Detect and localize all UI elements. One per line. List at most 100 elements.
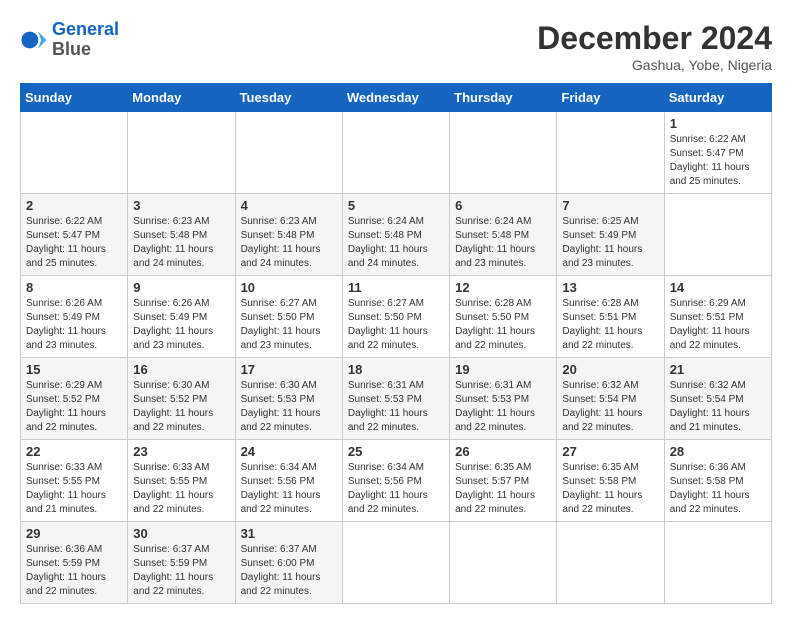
day-info: Sunrise: 6:25 AM Sunset: 5:49 PM Dayligh… [562, 215, 658, 271]
calendar-table: SundayMondayTuesdayWednesdayThursdayFrid… [20, 83, 772, 604]
day-number: 22 [26, 444, 122, 459]
day-info: Sunrise: 6:23 AM Sunset: 5:48 PM Dayligh… [241, 215, 337, 271]
calendar-cell: 1Sunrise: 6:22 AM Sunset: 5:47 PM Daylig… [664, 112, 771, 194]
logo: General Blue [20, 20, 119, 60]
calendar-week-row: 2Sunrise: 6:22 AM Sunset: 5:47 PM Daylig… [21, 194, 772, 276]
month-title: December 2024 [537, 20, 772, 57]
day-number: 27 [562, 444, 658, 459]
calendar-cell [664, 522, 771, 604]
day-info: Sunrise: 6:28 AM Sunset: 5:51 PM Dayligh… [562, 297, 658, 353]
day-number: 4 [241, 198, 337, 213]
logo-text: General Blue [52, 20, 119, 60]
day-info: Sunrise: 6:22 AM Sunset: 5:47 PM Dayligh… [26, 215, 122, 271]
day-info: Sunrise: 6:27 AM Sunset: 5:50 PM Dayligh… [241, 297, 337, 353]
calendar-cell: 21 Sunrise: 6:32 AM Sunset: 5:54 PM Dayli… [664, 358, 771, 440]
day-number: 20 [562, 362, 658, 377]
day-info: Sunrise: 6:35 AM Sunset: 5:58 PM Dayligh… [562, 461, 658, 517]
day-number: 19 [455, 362, 551, 377]
day-info: Sunrise: 6:24 AM Sunset: 5:48 PM Dayligh… [455, 215, 551, 271]
day-number: 28 [670, 444, 766, 459]
day-number: 14 [670, 280, 766, 295]
day-number: 5 [348, 198, 444, 213]
calendar-week-row: 15Sunrise: 6:29 AM Sunset: 5:52 PM Dayli… [21, 358, 772, 440]
day-info: Sunrise: 6:30 AM Sunset: 5:52 PM Dayligh… [133, 379, 229, 435]
calendar-header-wednesday: Wednesday [342, 84, 449, 112]
calendar-cell: 30 Sunrise: 6:37 AM Sunset: 5:59 PM Dayli… [128, 522, 235, 604]
day-info: Sunrise: 6:22 AM Sunset: 5:47 PM Dayligh… [670, 133, 766, 189]
calendar-cell: 23Sunrise: 6:33 AM Sunset: 5:55 PM Dayli… [128, 440, 235, 522]
calendar-cell: 16 Sunrise: 6:30 AM Sunset: 5:52 PM Dayli… [128, 358, 235, 440]
day-number: 10 [241, 280, 337, 295]
page-header: General Blue December 2024 Gashua, Yobe,… [20, 20, 772, 73]
day-number: 30 [133, 526, 229, 541]
day-info: Sunrise: 6:37 AM Sunset: 6:00 PM Dayligh… [241, 543, 337, 599]
day-number: 8 [26, 280, 122, 295]
day-info: Sunrise: 6:34 AM Sunset: 5:56 PM Dayligh… [348, 461, 444, 517]
calendar-week-row: 22 Sunrise: 6:33 AM Sunset: 5:55 PM Dayli… [21, 440, 772, 522]
calendar-cell: 26 Sunrise: 6:35 AM Sunset: 5:57 PM Dayli… [450, 440, 557, 522]
day-info: Sunrise: 6:31 AM Sunset: 5:53 PM Dayligh… [455, 379, 551, 435]
day-number: 25 [348, 444, 444, 459]
calendar-cell [664, 194, 771, 276]
calendar-cell: 5 Sunrise: 6:24 AM Sunset: 5:48 PM Daylig… [342, 194, 449, 276]
calendar-cell: 8Sunrise: 6:26 AM Sunset: 5:49 PM Daylig… [21, 276, 128, 358]
day-number: 11 [348, 280, 444, 295]
calendar-cell: 15Sunrise: 6:29 AM Sunset: 5:52 PM Dayli… [21, 358, 128, 440]
calendar-cell: 22 Sunrise: 6:33 AM Sunset: 5:55 PM Dayli… [21, 440, 128, 522]
calendar-cell [128, 112, 235, 194]
day-info: Sunrise: 6:36 AM Sunset: 5:58 PM Dayligh… [670, 461, 766, 517]
calendar-cell: 28 Sunrise: 6:36 AM Sunset: 5:58 PM Dayli… [664, 440, 771, 522]
calendar-cell: 29Sunrise: 6:36 AM Sunset: 5:59 PM Dayli… [21, 522, 128, 604]
calendar-cell: 12Sunrise: 6:28 AM Sunset: 5:50 PM Dayli… [450, 276, 557, 358]
day-info: Sunrise: 6:32 AM Sunset: 5:54 PM Dayligh… [670, 379, 766, 435]
day-info: Sunrise: 6:26 AM Sunset: 5:49 PM Dayligh… [133, 297, 229, 353]
day-number: 21 [670, 362, 766, 377]
calendar-header-sunday: Sunday [21, 84, 128, 112]
calendar-header-saturday: Saturday [664, 84, 771, 112]
calendar-cell [450, 522, 557, 604]
day-info: Sunrise: 6:27 AM Sunset: 5:50 PM Dayligh… [348, 297, 444, 353]
day-info: Sunrise: 6:32 AM Sunset: 5:54 PM Dayligh… [562, 379, 658, 435]
day-info: Sunrise: 6:34 AM Sunset: 5:56 PM Dayligh… [241, 461, 337, 517]
calendar-cell: 14 Sunrise: 6:29 AM Sunset: 5:51 PM Dayli… [664, 276, 771, 358]
calendar-cell: 7Sunrise: 6:25 AM Sunset: 5:49 PM Daylig… [557, 194, 664, 276]
calendar-cell: 11 Sunrise: 6:27 AM Sunset: 5:50 PM Dayli… [342, 276, 449, 358]
calendar-cell [557, 522, 664, 604]
calendar-week-row: 29Sunrise: 6:36 AM Sunset: 5:59 PM Dayli… [21, 522, 772, 604]
calendar-cell: 10 Sunrise: 6:27 AM Sunset: 5:50 PM Dayli… [235, 276, 342, 358]
calendar-cell: 31 Sunrise: 6:37 AM Sunset: 6:00 PM Dayli… [235, 522, 342, 604]
day-number: 31 [241, 526, 337, 541]
calendar-cell: 24 Sunrise: 6:34 AM Sunset: 5:56 PM Dayli… [235, 440, 342, 522]
day-info: Sunrise: 6:37 AM Sunset: 5:59 PM Dayligh… [133, 543, 229, 599]
calendar-header-monday: Monday [128, 84, 235, 112]
day-info: Sunrise: 6:30 AM Sunset: 5:53 PM Dayligh… [241, 379, 337, 435]
calendar-week-row: 1Sunrise: 6:22 AM Sunset: 5:47 PM Daylig… [21, 112, 772, 194]
day-info: Sunrise: 6:33 AM Sunset: 5:55 PM Dayligh… [26, 461, 122, 517]
calendar-header-row: SundayMondayTuesdayWednesdayThursdayFrid… [21, 84, 772, 112]
calendar-cell [557, 112, 664, 194]
calendar-cell [342, 522, 449, 604]
day-info: Sunrise: 6:35 AM Sunset: 5:57 PM Dayligh… [455, 461, 551, 517]
day-number: 18 [348, 362, 444, 377]
calendar-cell: 27 Sunrise: 6:35 AM Sunset: 5:58 PM Dayli… [557, 440, 664, 522]
day-number: 17 [241, 362, 337, 377]
calendar-cell [450, 112, 557, 194]
day-number: 6 [455, 198, 551, 213]
calendar-cell: 6 Sunrise: 6:24 AM Sunset: 5:48 PM Daylig… [450, 194, 557, 276]
calendar-header-thursday: Thursday [450, 84, 557, 112]
calendar-week-row: 8 Sunrise: 6:26 AM Sunset: 5:49 PM Daylig… [21, 276, 772, 358]
calendar-cell: 17 Sunrise: 6:30 AM Sunset: 5:53 PM Dayli… [235, 358, 342, 440]
calendar-header-friday: Friday [557, 84, 664, 112]
day-number: 16 [133, 362, 229, 377]
logo-icon [20, 26, 48, 54]
day-info: Sunrise: 6:33 AM Sunset: 5:55 PM Dayligh… [133, 461, 229, 517]
day-info: Sunrise: 6:31 AM Sunset: 5:53 PM Dayligh… [348, 379, 444, 435]
title-block: December 2024 Gashua, Yobe, Nigeria [537, 20, 772, 73]
day-number: 26 [455, 444, 551, 459]
calendar-cell [21, 112, 128, 194]
day-number: 24 [241, 444, 337, 459]
calendar-cell [342, 112, 449, 194]
day-info: Sunrise: 6:29 AM Sunset: 5:51 PM Dayligh… [670, 297, 766, 353]
calendar-cell: 9Sunrise: 6:26 AM Sunset: 5:49 PM Daylig… [128, 276, 235, 358]
day-info: Sunrise: 6:24 AM Sunset: 5:48 PM Dayligh… [348, 215, 444, 271]
